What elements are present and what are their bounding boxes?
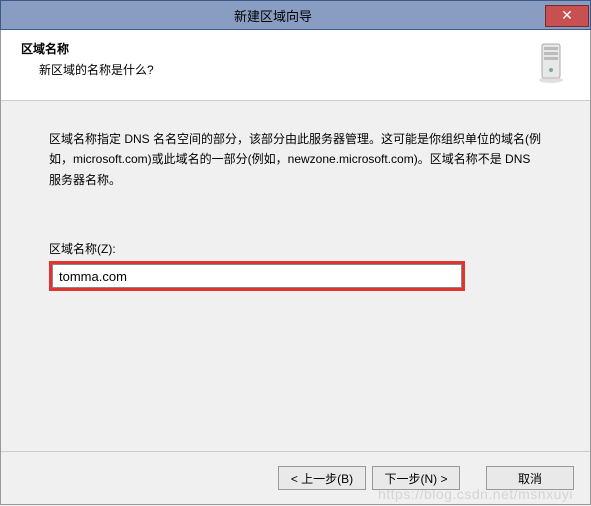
zone-name-input[interactable] — [52, 264, 462, 288]
zone-name-highlight — [49, 261, 465, 291]
titlebar: 新建区域向导 ✕ — [0, 0, 591, 30]
close-button[interactable]: ✕ — [545, 5, 589, 27]
page-subtitle: 新区域的名称是什么? — [39, 61, 520, 78]
back-button[interactable]: < 上一步(B) — [278, 466, 366, 490]
next-button[interactable]: 下一步(N) > — [372, 466, 460, 490]
button-spacer — [466, 466, 480, 490]
wizard-content: 区域名称指定 DNS 名名空间的部分，该部分由此服务器管理。这可能是你组织单位的… — [1, 101, 590, 451]
wizard-buttons: < 上一步(B) 下一步(N) > 取消 — [1, 451, 590, 504]
close-icon: ✕ — [561, 7, 573, 24]
wizard-header-text: 区域名称 新区域的名称是什么? — [21, 40, 520, 78]
wizard-header: 区域名称 新区域的名称是什么? — [1, 30, 590, 101]
cancel-button[interactable]: 取消 — [486, 466, 574, 490]
description-text: 区域名称指定 DNS 名名空间的部分，该部分由此服务器管理。这可能是你组织单位的… — [49, 129, 542, 190]
server-icon — [528, 40, 574, 86]
dialog-body: 区域名称 新区域的名称是什么? 区域名称指定 DNS 名名空间的部分，该部分由此… — [0, 30, 591, 505]
zone-name-label: 区域名称(Z): — [49, 240, 542, 257]
window-title: 新建区域向导 — [1, 6, 545, 25]
page-title: 区域名称 — [21, 40, 520, 57]
